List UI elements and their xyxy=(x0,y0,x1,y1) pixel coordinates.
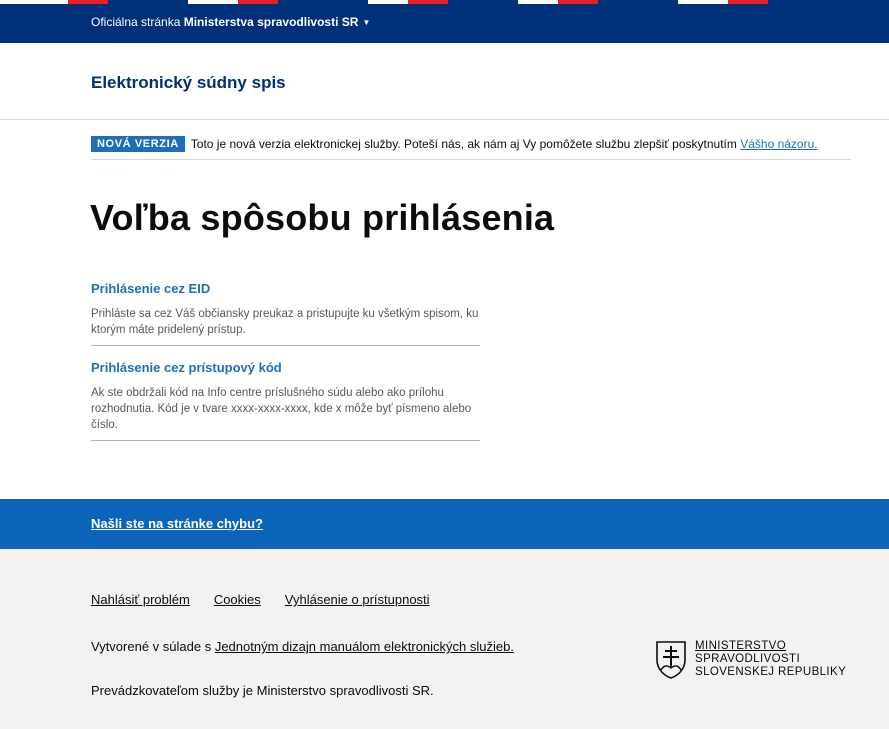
phase-tag: NOVÁ VERZIA xyxy=(91,136,185,152)
ministry-line-3: SLOVENSKEJ REPUBLIKY xyxy=(695,666,847,678)
feedback-bar: Našli ste na stránke chybu? xyxy=(0,499,889,549)
caret-down-icon: ▼ xyxy=(362,18,371,27)
footer-link-accessibility[interactable]: Vyhlásenie o prístupnosti xyxy=(285,592,430,607)
service-name-link[interactable]: Elektronický súdny spis xyxy=(91,73,286,93)
official-site-ministry: Ministerstva spravodlivosti SR xyxy=(183,15,359,29)
ministry-logo[interactable]: MINISTERSTVO SPRAVODLIVOSTI SLOVENSKEJ R… xyxy=(655,640,846,680)
design-manual-prefix: Vytvorené v súlade s xyxy=(91,639,212,654)
design-manual-link[interactable]: Jednotným dizajn manuálom elektronických… xyxy=(215,639,514,654)
footer: Nahlásiť problém Cookies Vyhlásenie o pr… xyxy=(0,549,889,729)
header-divider xyxy=(0,119,889,120)
phase-message: Toto je nová verzia elektronickej služby… xyxy=(190,137,737,151)
gov-banner: Oficiálna stránka Ministerstva spravodli… xyxy=(0,0,889,43)
login-option-code: Prihlásenie cez prístupový kód Ak ste ob… xyxy=(91,360,480,433)
footer-links: Nahlásiť problém Cookies Vyhlásenie o pr… xyxy=(91,592,430,607)
login-eid-link[interactable]: Prihlásenie cez EID xyxy=(91,281,480,296)
report-bug-link[interactable]: Našli ste na stránke chybu? xyxy=(91,516,263,531)
login-eid-description: Prihláste sa cez Váš občiansky preukaz a… xyxy=(91,308,479,336)
phase-text: Toto je nová verzia elektronickej služby… xyxy=(191,137,818,151)
feedback-link[interactable]: Vášho názoru. xyxy=(740,137,817,151)
option-divider xyxy=(91,345,480,346)
coat-of-arms-icon xyxy=(656,641,686,679)
ministry-line-2: SPRAVODLIVOSTI xyxy=(695,653,801,665)
phase-banner: NOVÁ VERZIA Toto je nová verzia elektron… xyxy=(91,136,818,152)
option-divider xyxy=(91,440,480,441)
operator-text: Prevádzkovateľom služby je Ministerstvo … xyxy=(91,683,434,698)
design-manual-line: Vytvorené v súlade s Jednotným dizajn ma… xyxy=(91,639,514,654)
official-site-prefix: Oficiálna stránka xyxy=(91,15,181,29)
footer-link-report-problem[interactable]: Nahlásiť problém xyxy=(91,592,190,607)
phase-divider xyxy=(91,159,851,160)
ministry-line-1: MINISTERSTVO xyxy=(695,640,787,652)
footer-link-cookies[interactable]: Cookies xyxy=(214,592,261,607)
ministry-name: MINISTERSTVO SPRAVODLIVOSTI SLOVENSKEJ R… xyxy=(695,640,846,679)
official-site-toggle[interactable]: Oficiálna stránka Ministerstva spravodli… xyxy=(91,15,370,29)
page-title: Voľba spôsobu prihlásenia xyxy=(90,197,555,238)
login-code-description: Ak ste obdržali kód na Info centre prísl… xyxy=(91,387,472,431)
login-code-link[interactable]: Prihlásenie cez prístupový kód xyxy=(91,360,480,375)
flag-stripes xyxy=(0,0,889,4)
login-option-eid: Prihlásenie cez EID Prihláste sa cez Váš… xyxy=(91,281,480,338)
